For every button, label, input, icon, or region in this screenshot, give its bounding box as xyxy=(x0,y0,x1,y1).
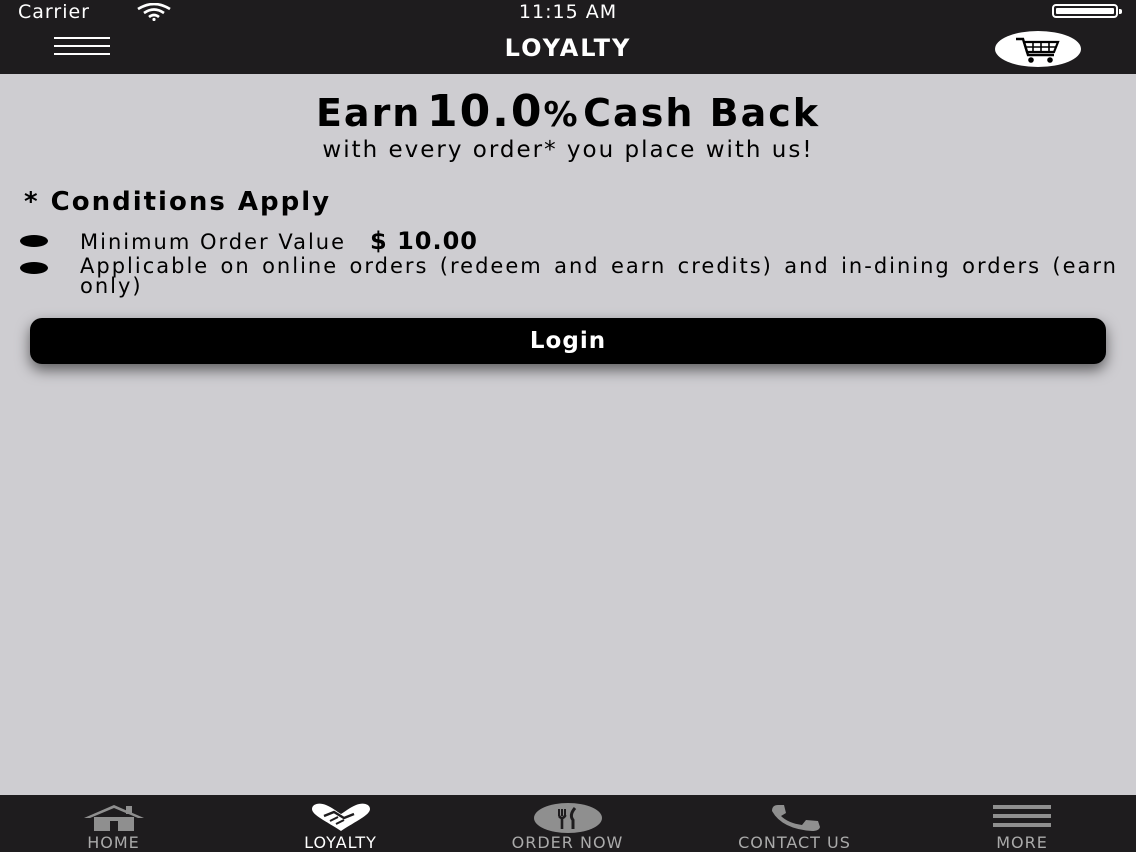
condition-item: Minimum Order Value $ 10.00 xyxy=(80,227,478,255)
status-time: 11:15 AM xyxy=(518,1,618,23)
shopping-cart-icon xyxy=(1016,37,1060,63)
phone-icon xyxy=(771,805,820,831)
bottom-tab-bar: HOME LOYALTY ORDER NOW CONTACT US MORE xyxy=(0,795,1136,852)
cart-button[interactable] xyxy=(995,31,1081,67)
condition-label: Minimum Order Value xyxy=(80,230,347,254)
tab-more[interactable]: MORE xyxy=(908,795,1136,852)
tab-label: LOYALTY xyxy=(304,833,377,852)
login-button[interactable]: Login xyxy=(30,318,1106,364)
bullet-icon xyxy=(20,262,48,274)
top-bar: Carrier 11:15 AM LOYALTY xyxy=(0,0,1136,74)
minimum-order-value: $ 10.00 xyxy=(370,227,478,255)
tab-loyalty[interactable]: LOYALTY xyxy=(227,795,454,852)
tab-label: MORE xyxy=(996,833,1048,852)
cash-back-text: Cash Back xyxy=(583,91,821,135)
page-title: LOYALTY xyxy=(504,34,632,62)
home-icon xyxy=(83,805,144,831)
battery-icon xyxy=(1052,4,1122,18)
conditions-title: * Conditions Apply xyxy=(24,187,332,217)
percent-sign: % xyxy=(543,95,578,135)
handshake-heart-icon xyxy=(311,803,370,831)
tab-contact-us[interactable]: CONTACT US xyxy=(681,795,908,852)
bullet-icon xyxy=(20,235,48,247)
utensils-icon xyxy=(533,803,602,833)
cashback-headline: Earn 10.0% Cash Back xyxy=(0,86,1136,137)
tab-home[interactable]: HOME xyxy=(0,795,227,852)
condition-item: Applicable on online orders (redeem and … xyxy=(80,254,1118,298)
more-menu-icon xyxy=(993,805,1051,827)
tab-order-now[interactable]: ORDER NOW xyxy=(454,795,681,852)
tab-label: HOME xyxy=(87,833,140,852)
cashback-percent: 10.0 xyxy=(426,86,544,137)
cashback-subline: with every order* you place with us! xyxy=(322,137,814,163)
tab-label: CONTACT US xyxy=(738,833,851,852)
earn-text: Earn xyxy=(315,91,422,135)
tab-label: ORDER NOW xyxy=(511,833,624,852)
